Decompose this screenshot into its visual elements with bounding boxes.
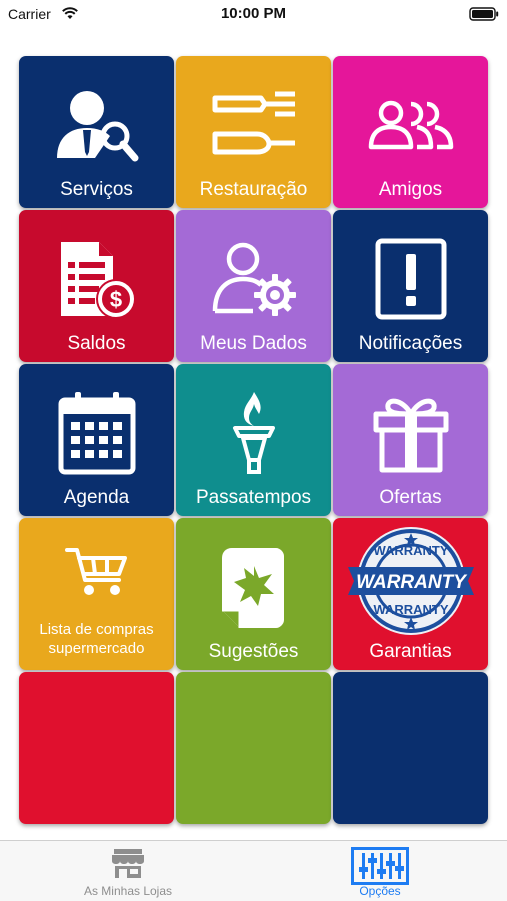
svg-text:WARRANTY: WARRANTY	[373, 543, 448, 558]
tile-agenda[interactable]: Agenda	[19, 364, 174, 516]
tile-label: Meus Dados	[200, 333, 307, 354]
tab-label: Opções	[359, 884, 401, 898]
tile-restauracao[interactable]: Restauração	[176, 56, 331, 208]
tile-label: Amigos	[378, 179, 443, 200]
tile-label: Passatempos	[195, 487, 312, 508]
status-bar: Carrier 10:00 PM	[0, 0, 507, 28]
tile-label: Garantias	[369, 641, 452, 662]
tile-label: Lista de compras supermercado	[39, 621, 154, 657]
tile-meus-dados[interactable]: Meus Dados	[176, 210, 331, 362]
battery-icon	[469, 7, 499, 26]
tile-empty-green[interactable]	[176, 672, 331, 824]
torch-icon	[176, 378, 331, 488]
tile-empty-red[interactable]	[19, 672, 174, 824]
tile-empty-navy[interactable]	[333, 672, 488, 824]
svg-text:$: $	[109, 287, 121, 312]
sliders-icon	[290, 847, 470, 885]
suggestion-document-icon	[176, 532, 331, 642]
tile-sugestoes[interactable]: Sugestões	[176, 518, 331, 670]
tile-passatempos[interactable]: Passatempos	[176, 364, 331, 516]
tile-label: Ofertas	[379, 487, 442, 508]
tab-opcoes[interactable]: Opções	[290, 841, 470, 901]
person-search-icon	[19, 70, 174, 180]
cutlery-icon	[176, 70, 331, 180]
tile-label: Sugestões	[208, 641, 299, 662]
tile-label: Restauração	[199, 179, 308, 200]
store-icon	[38, 847, 218, 883]
tile-label: Serviços	[60, 179, 133, 200]
tile-saldos[interactable]: $ Saldos	[19, 210, 174, 362]
document-dollar-icon: $	[19, 224, 174, 334]
calendar-icon	[19, 378, 174, 488]
clock-time: 10:00 PM	[220, 5, 287, 22]
tile-notificacoes[interactable]: Notificações	[333, 210, 488, 362]
tab-as-minhas-lojas[interactable]: As Minhas Lojas	[38, 841, 218, 901]
exclamation-icon	[333, 224, 488, 334]
tab-label: As Minhas Lojas	[83, 884, 173, 898]
tile-label: Saldos	[67, 333, 126, 354]
tile-lista-compras[interactable]: Lista de compras supermercado	[19, 518, 174, 670]
tab-bar: As Minhas Lojas Opções	[0, 840, 507, 901]
svg-text:WARRANTY: WARRANTY	[356, 572, 468, 593]
shopping-cart-icon	[19, 532, 174, 612]
svg-text:WARRANTY: WARRANTY	[373, 602, 448, 617]
tile-amigos[interactable]: Amigos	[333, 56, 488, 208]
tile-ofertas[interactable]: Ofertas	[333, 364, 488, 516]
tile-label: Agenda	[63, 487, 130, 508]
warranty-seal-icon: WARRANTY WARRANTY WARRANTY	[333, 522, 488, 640]
tile-garantias[interactable]: WARRANTY WARRANTY WARRANTY Garantias	[333, 518, 488, 670]
gift-icon	[333, 378, 488, 488]
tile-label: Notificações	[358, 333, 463, 354]
user-gear-icon	[176, 224, 331, 334]
people-group-icon	[333, 70, 488, 180]
tile-servicos[interactable]: Serviços	[19, 56, 174, 208]
